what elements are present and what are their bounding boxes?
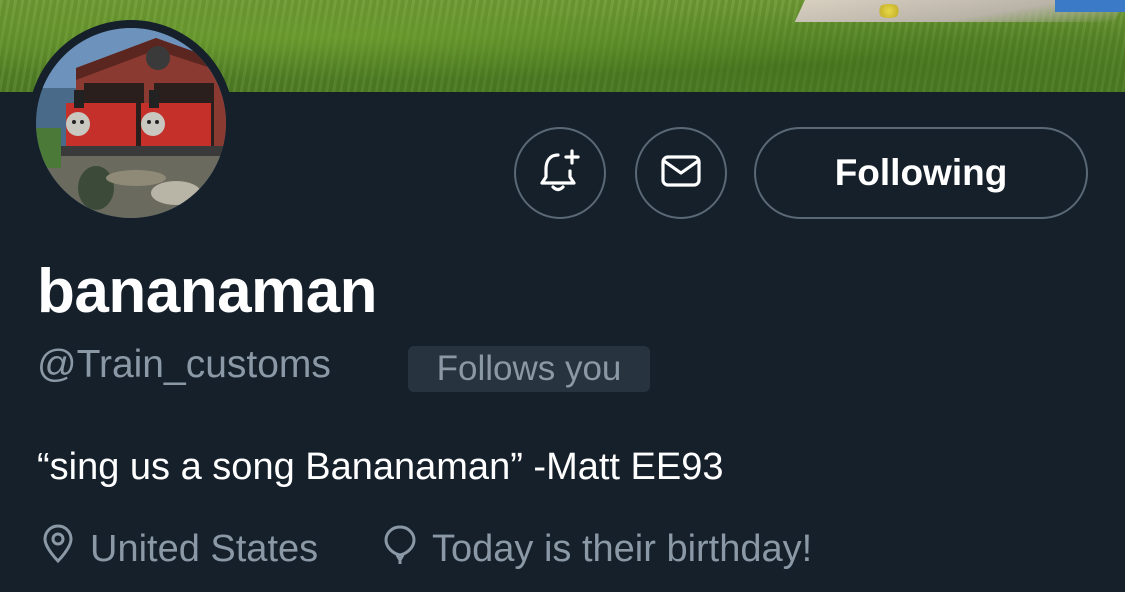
- follows-you-badge: Follows you: [408, 346, 650, 392]
- display-name: bananaman: [37, 257, 378, 326]
- profile-bio: “sing us a song Bananaman” -Matt EE93: [37, 446, 724, 488]
- follows-you-label: Follows you: [436, 349, 622, 388]
- avatar-image: [36, 28, 226, 218]
- balloon-icon: [382, 523, 432, 575]
- following-button-label: Following: [834, 152, 1008, 193]
- username-handle: @Train_customs: [37, 343, 331, 386]
- message-button[interactable]: [635, 127, 727, 219]
- birthday-item: Today is their birthday!: [382, 523, 813, 575]
- location-item: United States: [40, 524, 319, 574]
- banner-flower: [876, 4, 902, 18]
- location-text: United States: [90, 527, 319, 570]
- banner-water: [1055, 0, 1125, 12]
- following-button[interactable]: Following: [754, 127, 1088, 219]
- avatar[interactable]: [28, 20, 234, 226]
- notifications-button[interactable]: [514, 127, 606, 219]
- map-pin-icon: [40, 524, 90, 574]
- birthday-text: Today is their birthday!: [432, 527, 813, 570]
- bell-plus-icon: [536, 147, 584, 200]
- envelope-icon: [657, 147, 705, 200]
